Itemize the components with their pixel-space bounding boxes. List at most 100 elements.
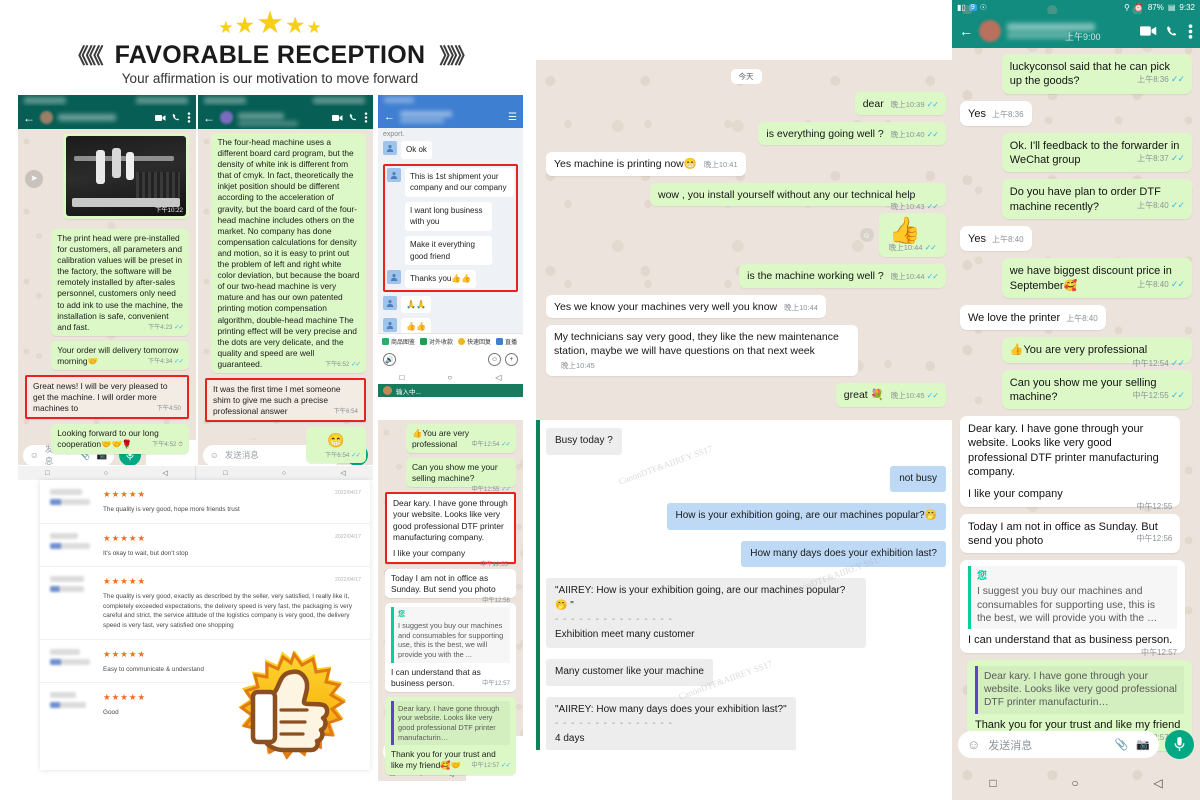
review-row[interactable]: ★★★★★ The quality is very good, exactly … xyxy=(40,567,370,640)
chat-bubble[interactable]: The four-head machine uses a different b… xyxy=(211,133,366,373)
avatar[interactable] xyxy=(383,318,397,333)
back-button[interactable]: ◁ xyxy=(340,469,345,477)
chat-bubble-emoji[interactable]: 😁 下午6:54 ✓✓ xyxy=(306,427,366,464)
voice-input-icon[interactable]: 🔊 xyxy=(383,353,396,366)
more-options-icon[interactable] xyxy=(1188,23,1193,39)
message-list[interactable]: luckyconsol said that he can pick up the… xyxy=(952,48,1200,764)
chat-bubble[interactable]: Busy today ? xyxy=(546,428,622,455)
chat-panel-fourhead[interactable]: ← The four-head machine uses a different… xyxy=(198,95,373,465)
more-options-icon[interactable] xyxy=(364,112,368,123)
message-list[interactable]: CanónDTF&AIIREY SS17 CanónDTF&AIIREY SS1… xyxy=(536,420,956,750)
home-button[interactable]: ○ xyxy=(104,470,108,477)
emoji-icon[interactable]: ☺ xyxy=(488,353,501,366)
message-list[interactable]: export. Ok ok This is 1st shipment your … xyxy=(378,128,523,333)
home-button[interactable]: ○ xyxy=(282,470,286,477)
chat-bubble[interactable]: Yes machine is printing now😁 晚上10:41 xyxy=(546,152,746,176)
chat-bubble[interactable]: is the machine working well ? 晚上10:44 ✓✓ xyxy=(739,264,946,288)
home-button[interactable]: ○ xyxy=(1071,776,1078,790)
chat-bubble[interactable]: How many days does your exhibition last? xyxy=(741,540,946,567)
chat-bubble[interactable]: Yes 上午8:36 xyxy=(960,100,1032,126)
message-row[interactable]: 👍👍 xyxy=(383,318,518,333)
recents-button[interactable]: □ xyxy=(400,373,405,382)
chat-bubble[interactable]: The print head were pre-installed for cu… xyxy=(51,229,189,336)
menu-icon[interactable]: ☰ xyxy=(508,112,517,123)
chat-bubble-with-quote[interactable]: Dear kary. I have gone through your webs… xyxy=(385,696,516,775)
tool-live[interactable]: 直播 xyxy=(496,337,517,346)
chat-bubble[interactable]: wow , you install yourself without any o… xyxy=(650,182,946,211)
emoji-reaction-icon[interactable]: ☺ xyxy=(859,228,874,243)
chat-bubble[interactable]: not busy xyxy=(890,465,946,492)
message-row[interactable]: I want long business with you xyxy=(405,201,514,231)
voice-record-button[interactable] xyxy=(1165,730,1194,759)
android-navbar-strip[interactable]: □ ○ ◁ □ ○ ◁ xyxy=(18,466,373,480)
chat-bubble[interactable]: great 💐 晚上10:45 ✓✓ xyxy=(835,383,946,407)
chat-bubble-highlighted[interactable]: It was the first time I met someone shim… xyxy=(205,377,366,423)
message-row[interactable]: 🙏🙏 xyxy=(383,295,518,314)
chat-bubble[interactable]: Yes 上午8:40 xyxy=(960,226,1032,252)
avatar[interactable] xyxy=(387,167,401,182)
chat-bubble[interactable]: Can you show me your selling machine? 中午… xyxy=(405,458,516,493)
message-list[interactable]: ➤ 下午10:22 The print head were pre-instal… xyxy=(18,129,196,454)
chat-bubble[interactable]: Today I am not in office as Sunday. But … xyxy=(960,513,1181,554)
chat-panel-selling[interactable]: 👍You are very professional 中午12:54 ✓✓ Ca… xyxy=(378,420,523,790)
chat-bubble[interactable]: is everything going well ? 晚上10:40 ✓✓ xyxy=(758,122,946,146)
message-list[interactable]: 今天 dear 晚上10:39 ✓✓ is everything going w… xyxy=(536,60,956,420)
chat-bubble[interactable]: Do you have plan to order DTF machine re… xyxy=(1001,179,1192,220)
chat-bubble[interactable]: Many customer like your machine xyxy=(546,659,713,686)
tool-quickreply[interactable]: 快速回复 xyxy=(458,337,491,346)
chat-bubble-with-quote[interactable]: 您 I suggest you buy our machines and con… xyxy=(960,560,1186,657)
camera-icon[interactable]: 📷 xyxy=(1136,738,1150,751)
back-arrow-icon[interactable]: ← xyxy=(959,23,973,39)
quick-tools-bar[interactable]: 商品图鉴 对外收款 快速回复 直播 xyxy=(378,333,523,349)
chat-bubble-quoted[interactable]: "AIIREY: How is your exhibition going, a… xyxy=(546,578,866,648)
message-row[interactable]: This is 1st shipment your company and ou… xyxy=(387,167,514,197)
add-attachment-icon[interactable]: + xyxy=(505,353,518,366)
chat-bubble[interactable]: How is your exhibition going, are our ma… xyxy=(666,503,946,530)
tool-payment[interactable]: 对外收款 xyxy=(420,337,453,346)
chat-bubble[interactable]: Can you show me your selling machine? 中午… xyxy=(1001,369,1192,410)
chat-bubble[interactable]: Looking forward to our long cooperation🤝… xyxy=(51,424,189,454)
avatar[interactable] xyxy=(383,295,397,310)
chat-bubble[interactable]: My technicians say very good, they like … xyxy=(546,324,858,377)
chat-bubble[interactable]: Dear kary. I have gone through your webs… xyxy=(960,416,1181,511)
voice-call-icon[interactable] xyxy=(349,113,358,122)
chat-bubble[interactable]: dear 晚上10:39 ✓✓ xyxy=(854,92,946,116)
voice-call-icon[interactable] xyxy=(1166,25,1179,38)
chat-panel-forwarder[interactable]: ▮▯ 9 ☉ ⚲ ⏰ 87% ▤ 9:32 ← 上午9:00 luckycons… xyxy=(952,0,1200,800)
avatar[interactable] xyxy=(40,111,53,124)
video-call-icon[interactable] xyxy=(155,114,166,122)
message-row[interactable]: Make it everything good friend xyxy=(405,235,514,266)
video-call-icon[interactable] xyxy=(332,114,343,122)
attach-icon[interactable]: 📎 xyxy=(1115,738,1129,751)
chat-bubble[interactable]: Today I am not in office as Sunday. But … xyxy=(385,568,516,604)
chat-panel-printhead[interactable]: ← ➤ 下午10:22 The print head were pre-inst… xyxy=(18,95,196,465)
recents-button[interactable]: □ xyxy=(989,776,996,790)
message-row[interactable]: Ok ok xyxy=(383,141,518,159)
back-arrow-icon[interactable]: ← xyxy=(23,112,35,124)
message-input[interactable]: ☺ 发送消息 📎 📷 xyxy=(958,731,1159,758)
avatar[interactable] xyxy=(220,111,233,124)
recents-button[interactable]: □ xyxy=(223,470,227,477)
chat-bubble[interactable]: we have biggest discount price in Septem… xyxy=(1001,258,1192,298)
review-row[interactable]: ★★★★★ It's okay to wait, but don't stop … xyxy=(40,524,370,568)
voice-call-icon[interactable] xyxy=(172,113,181,122)
tool-goods[interactable]: 商品图鉴 xyxy=(382,337,415,346)
chat-bubble[interactable]: 👍You are very professional 中午12:54 ✓✓ xyxy=(1001,337,1192,368)
video-call-icon[interactable] xyxy=(1140,25,1157,37)
review-row[interactable]: ★★★★★ The quality is very good, hope mor… xyxy=(40,480,370,524)
back-arrow-icon[interactable]: ← xyxy=(384,111,395,123)
message-composer[interactable]: 🔊 ☺ + xyxy=(378,349,523,370)
chat-bubble-sticker[interactable]: 👍 晚上10:44 ✓✓ xyxy=(878,212,946,258)
back-arrow-icon[interactable]: ← xyxy=(203,112,215,124)
android-navbar[interactable]: □ ○ ◁ xyxy=(952,766,1200,800)
chat-panel-shipment[interactable]: ← ☰ export. Ok ok This is 1st shipment y… xyxy=(378,95,523,420)
back-button[interactable]: ◁ xyxy=(1153,776,1162,790)
chat-panel-exhibition[interactable]: CanónDTF&AIIREY SS17 CanónDTF&AIIREY SS1… xyxy=(536,420,956,750)
forward-icon[interactable]: ➤ xyxy=(25,169,43,188)
chat-bubble-highlighted[interactable]: Dear kary. I have gone through your webs… xyxy=(385,492,516,568)
chat-bubble-quoted[interactable]: "AIIREY: How many days does your exhibit… xyxy=(546,696,796,750)
message-list[interactable]: The four-head machine uses a different b… xyxy=(198,129,373,464)
avatar[interactable] xyxy=(383,141,397,155)
avatar[interactable] xyxy=(979,20,1001,42)
message-row[interactable]: Thanks you👍👍 xyxy=(387,270,514,288)
